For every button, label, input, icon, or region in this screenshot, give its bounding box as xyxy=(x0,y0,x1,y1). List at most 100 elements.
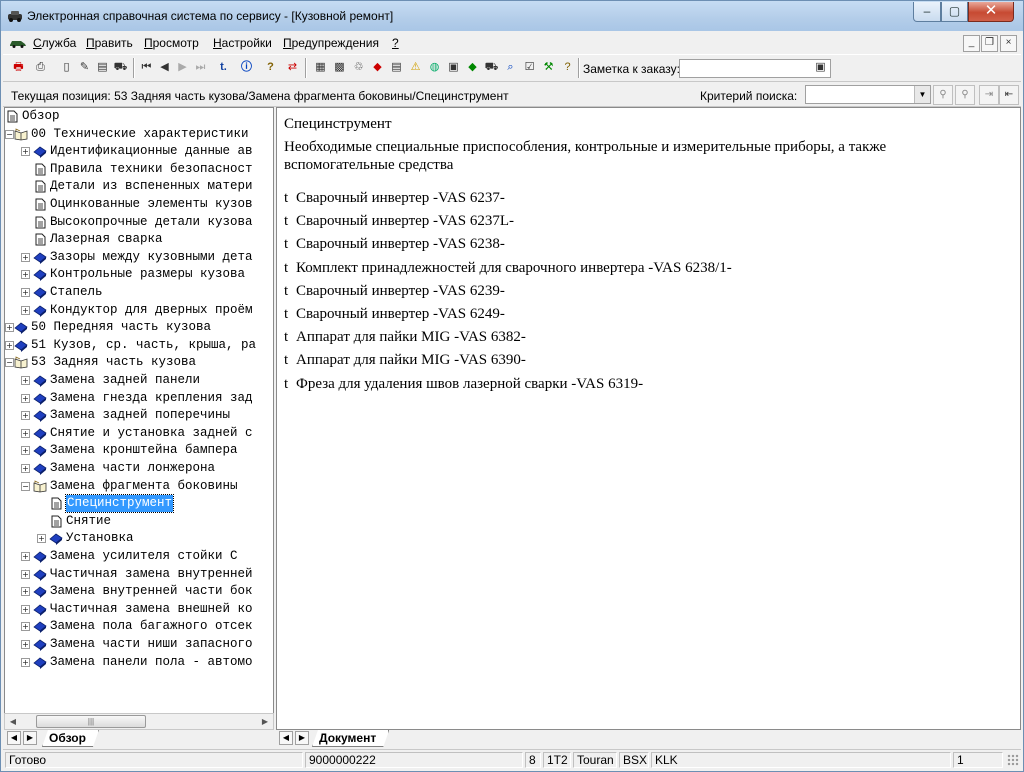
expand-plus-icon[interactable]: + xyxy=(21,552,30,561)
tree-node[interactable]: + Установка xyxy=(5,530,273,547)
list-icon[interactable]: ▤ xyxy=(387,58,406,78)
order-note-input[interactable] xyxy=(679,59,831,78)
checklist-icon[interactable]: ☑ xyxy=(520,58,539,78)
tree-node[interactable]: + Замена части лонжерона xyxy=(5,460,273,477)
sync-icon[interactable]: ⇄ xyxy=(283,58,302,78)
tree-node[interactable]: − 00 Технические характеристики xyxy=(5,126,273,143)
print-red-icon[interactable]: 🖶 xyxy=(9,58,28,78)
arrow-left-icon[interactable]: ⇥ xyxy=(979,85,999,105)
expand-plus-icon[interactable]: + xyxy=(21,640,30,649)
mdi-restore-button[interactable]: ❐ xyxy=(981,35,998,52)
book-icon[interactable]: ◆ xyxy=(368,58,387,78)
tree-node[interactable]: + Замена усилителя стойки С xyxy=(5,548,273,565)
mdi-close-button[interactable]: × xyxy=(1000,35,1017,52)
leaf-icon[interactable]: ◆ xyxy=(463,58,482,78)
expand-plus-icon[interactable]: + xyxy=(21,428,30,438)
expand-plus-icon[interactable]: + xyxy=(21,270,30,280)
save-icon[interactable]: ▣ xyxy=(444,58,463,78)
globe-icon[interactable]: ◍ xyxy=(425,58,444,78)
tree-node[interactable]: + Кондуктор для дверных проём xyxy=(5,302,273,319)
hint-icon[interactable]: ? xyxy=(558,58,577,78)
car-icon[interactable]: ⛟ xyxy=(111,58,130,78)
expand-plus-icon[interactable]: + xyxy=(21,252,30,262)
tree-node[interactable]: + Замена кронштейна бампера xyxy=(5,442,273,459)
tree-node[interactable]: Лазерная сварка xyxy=(5,231,273,248)
expand-plus-icon[interactable]: + xyxy=(37,534,46,544)
tree-node[interactable]: + Частичная замена внешней ко xyxy=(5,601,273,618)
arrow-right-icon[interactable]: ⇤ xyxy=(999,85,1019,105)
expand-plus-icon[interactable]: + xyxy=(21,587,30,597)
tree-node[interactable]: + Идентификационные данные ав xyxy=(5,143,273,160)
scrollbar-thumb[interactable]: ||| xyxy=(36,715,146,728)
tab-next-icon[interactable]: ▶ xyxy=(295,731,309,745)
tree-node[interactable]: Правила техники безопасност xyxy=(5,161,273,178)
expand-plus-icon[interactable]: + xyxy=(21,147,30,157)
tree-node[interactable]: + Замена части ниши запасного xyxy=(5,636,273,653)
tree-node[interactable]: Оцинкованные элементы кузов xyxy=(5,196,273,213)
car-small-icon[interactable]: ⛟ xyxy=(482,58,501,78)
search-car-icon[interactable]: ⌕ xyxy=(501,58,520,78)
expand-plus-icon[interactable]: + xyxy=(21,305,30,315)
tree-node[interactable]: Высокопрочные детали кузова xyxy=(5,214,273,231)
tree-node[interactable]: +50 Передняя часть кузова xyxy=(5,319,273,336)
first-icon[interactable]: ⏮ xyxy=(137,58,156,78)
expand-plus-icon[interactable]: + xyxy=(21,446,30,456)
tree-node[interactable]: + Замена задней поперечины xyxy=(5,407,273,424)
tab-prev-icon[interactable]: ◀ xyxy=(7,731,21,745)
expand-plus-icon[interactable]: + xyxy=(21,376,30,385)
printer-icon[interactable]: ⎙ xyxy=(31,58,50,78)
tab-overview[interactable]: Обзор xyxy=(42,730,99,747)
expand-plus-icon[interactable]: + xyxy=(21,464,30,473)
expand-plus-icon[interactable]: + xyxy=(21,657,30,667)
tree-node[interactable]: Снятие xyxy=(5,513,273,530)
tree-node[interactable]: +51 Кузов, ср. часть, крыша, ра xyxy=(5,337,273,354)
collapse-minus-icon[interactable]: − xyxy=(21,481,30,491)
tree-icon[interactable]: ♲ xyxy=(349,58,368,78)
menu-service[interactable]: Служба xyxy=(33,36,76,50)
prev-icon[interactable]: ◀ xyxy=(155,58,174,78)
tree-node[interactable]: + Замена пола багажного отсек xyxy=(5,618,273,635)
title-bar[interactable]: Электронная справочная система по сервис… xyxy=(1,1,1023,31)
expand-plus-icon[interactable]: + xyxy=(21,569,30,579)
doc-icon[interactable]: ▦ xyxy=(311,58,330,78)
notes-icon[interactable]: ▤ xyxy=(93,58,112,78)
tree-node[interactable]: + Контрольные размеры кузова xyxy=(5,266,273,283)
tab-document[interactable]: Документ xyxy=(312,730,389,747)
tree-node[interactable]: Детали из вспененных матери xyxy=(5,178,273,195)
tree-node[interactable]: Специнструмент xyxy=(5,494,273,514)
page-icon[interactable]: ▯ xyxy=(57,58,76,78)
help-icon[interactable]: ? xyxy=(261,58,280,78)
expand-plus-icon[interactable]: + xyxy=(5,323,14,333)
warning-icon[interactable]: ⚠ xyxy=(406,58,425,78)
menu-settings[interactable]: Настройки xyxy=(213,36,272,50)
tree-node[interactable]: + Замена внутренней части бок xyxy=(5,583,273,600)
search-criterion-combo[interactable]: ▼ xyxy=(805,85,931,104)
last-icon[interactable]: ⏭ xyxy=(191,58,210,78)
info-icon[interactable]: ⓘ xyxy=(237,58,256,78)
mdi-minimize-button[interactable]: _ xyxy=(963,35,980,52)
tab-next-icon[interactable]: ▶ xyxy=(23,731,37,745)
maximize-button[interactable]: ▢ xyxy=(941,2,968,22)
expand-plus-icon[interactable]: + xyxy=(21,604,30,614)
tree-node[interactable]: Обзор xyxy=(5,108,273,125)
menu-edit[interactable]: Править xyxy=(86,36,133,50)
search-person-icon[interactable]: ⚲ xyxy=(933,85,953,105)
search-person-2-icon[interactable]: ⚲ xyxy=(955,85,975,105)
tree-node[interactable]: + Замена панели пола - автомо xyxy=(5,654,273,671)
tools-icon[interactable]: ⚒ xyxy=(539,58,558,78)
close-button[interactable]: ✕ xyxy=(968,2,1014,22)
tree-pane[interactable]: Обзор −00 Технические характеристики + Иден… xyxy=(4,107,274,727)
minimize-button[interactable]: – xyxy=(913,2,941,22)
tree-node[interactable]: + Замена гнезда крепления зад xyxy=(5,390,273,407)
tree-node[interactable]: + Замена задней панели xyxy=(5,372,273,389)
resize-grip[interactable] xyxy=(1007,754,1019,766)
tree-node[interactable]: − 53 Задняя часть кузова xyxy=(5,354,273,371)
tree-node[interactable]: − Замена фрагмента боковины xyxy=(5,478,273,495)
expand-plus-icon[interactable]: + xyxy=(21,622,30,632)
tree-node[interactable]: + Зазоры между кузовными дета xyxy=(5,249,273,266)
chevron-down-icon[interactable]: ▼ xyxy=(914,86,930,103)
tab-prev-icon[interactable]: ◀ xyxy=(279,731,293,745)
tree-node[interactable]: + Снятие и установка задней с xyxy=(5,425,273,442)
tree-node[interactable]: + Частичная замена внутренней xyxy=(5,566,273,583)
scroll-left-icon[interactable]: ◀ xyxy=(5,714,21,729)
